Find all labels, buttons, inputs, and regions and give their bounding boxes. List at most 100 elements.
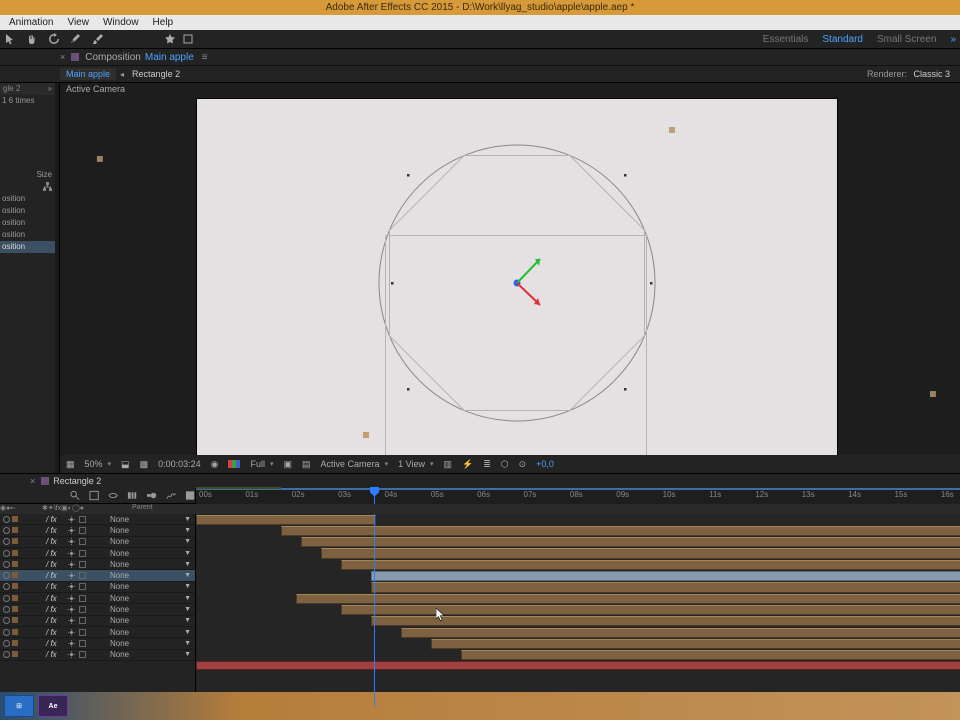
menu-help[interactable]: Help	[146, 17, 181, 28]
layer-bar[interactable]	[401, 628, 960, 638]
rect-icon[interactable]	[182, 33, 194, 45]
crumb-back-icon[interactable]: ◂	[120, 70, 124, 79]
dropdown-icon[interactable]: ▼	[184, 583, 195, 590]
visibility-toggle[interactable]	[3, 617, 10, 624]
pen-tool-icon[interactable]	[70, 33, 82, 45]
collapse-icon[interactable]	[68, 640, 75, 647]
parent-dropdown[interactable]: None	[108, 582, 158, 591]
transparency-icon[interactable]: ▩	[140, 459, 149, 470]
layer-row[interactable]: / fx None ▼	[0, 548, 195, 559]
menu-window[interactable]: Window	[96, 17, 146, 28]
res-down-icon[interactable]: ⬓	[121, 459, 130, 470]
label-color[interactable]	[12, 527, 18, 533]
layer-bar[interactable]	[301, 537, 960, 547]
workspace-standard[interactable]: Standard	[822, 34, 863, 45]
dropdown-icon[interactable]: ▼	[184, 561, 195, 568]
switch-box[interactable]	[79, 629, 86, 636]
parent-dropdown[interactable]: None	[108, 571, 158, 580]
fx-badge[interactable]: / fx	[40, 605, 68, 614]
layer-row[interactable]: / fx None ▼	[0, 616, 195, 627]
snapshot-icon[interactable]: ◉	[211, 459, 219, 470]
search-icon[interactable]	[70, 490, 80, 501]
fx-badge[interactable]: / fx	[40, 515, 68, 524]
layer-bar[interactable]	[196, 661, 960, 670]
collapse-icon[interactable]	[68, 527, 75, 534]
switch-box[interactable]	[79, 606, 86, 613]
comp-mini-icon[interactable]	[89, 490, 99, 501]
layer-row[interactable]: / fx None ▼	[0, 638, 195, 649]
resolution-dropdown[interactable]: Full	[250, 459, 273, 469]
project-item[interactable]: osition	[0, 241, 55, 253]
visibility-toggle[interactable]	[3, 606, 10, 613]
dropdown-icon[interactable]: ▼	[184, 572, 195, 579]
reset-exp-icon[interactable]: ⊙	[519, 459, 527, 470]
brush-tool-icon[interactable]	[92, 33, 104, 45]
visibility-toggle[interactable]	[3, 595, 10, 602]
timeline-icon[interactable]: ≣	[483, 459, 491, 470]
layer-row[interactable]: / fx None ▼	[0, 537, 195, 548]
views-dropdown[interactable]: 1 View	[398, 459, 433, 469]
fx-badge[interactable]: / fx	[40, 549, 68, 558]
hand-tool-icon[interactable]	[26, 33, 38, 45]
dropdown-icon[interactable]: ▼	[184, 606, 195, 613]
parent-dropdown[interactable]: None	[108, 515, 158, 524]
parent-dropdown[interactable]: None	[108, 560, 158, 569]
layer-bar[interactable]	[371, 582, 960, 592]
composition-name[interactable]: Main apple	[145, 52, 194, 63]
label-color[interactable]	[12, 651, 18, 657]
label-color[interactable]	[12, 572, 18, 578]
layer-row[interactable]: / fx None ▼	[0, 604, 195, 615]
fx-badge[interactable]: / fx	[40, 560, 68, 569]
panel-close-icon[interactable]: ×	[60, 52, 65, 62]
workspace-smallscreen[interactable]: Small Screen	[877, 34, 936, 45]
crumb-main[interactable]: Main apple	[60, 68, 116, 80]
layer-row[interactable]: / fx None ▼	[0, 525, 195, 536]
dropdown-icon[interactable]: ▼	[184, 550, 195, 557]
camera-dropdown[interactable]: Active Camera	[321, 459, 389, 469]
collapse-icon[interactable]	[68, 606, 75, 613]
dope-icon[interactable]	[185, 490, 195, 501]
label-color[interactable]	[12, 561, 18, 567]
parent-dropdown[interactable]: None	[108, 628, 158, 637]
fx-badge[interactable]: / fx	[40, 639, 68, 648]
parent-dropdown[interactable]: None	[108, 605, 158, 614]
dropdown-icon[interactable]: ▼	[184, 527, 195, 534]
collapse-icon[interactable]	[68, 538, 75, 545]
current-time[interactable]: 0:00:03:24	[158, 459, 201, 469]
switch-box[interactable]	[79, 572, 86, 579]
fx-badge[interactable]: / fx	[40, 650, 68, 659]
flow-icon[interactable]	[43, 182, 52, 191]
switch-box[interactable]	[79, 561, 86, 568]
switch-box[interactable]	[79, 538, 86, 545]
shy-icon[interactable]	[108, 490, 118, 501]
fx-badge[interactable]: / fx	[40, 582, 68, 591]
label-color[interactable]	[12, 583, 18, 589]
visibility-toggle[interactable]	[3, 561, 10, 568]
renderer-value[interactable]: Classic 3	[913, 69, 950, 79]
layer-bar[interactable]	[281, 526, 960, 536]
zoom-dropdown[interactable]: 50%	[85, 459, 112, 469]
collapse-icon[interactable]	[68, 617, 75, 624]
layer-bar[interactable]	[196, 515, 376, 525]
visibility-toggle[interactable]	[3, 527, 10, 534]
parent-dropdown[interactable]: None	[108, 616, 158, 625]
layer-bar[interactable]	[371, 571, 960, 581]
layer-row[interactable]: / fx None ▼	[0, 559, 195, 570]
taskbar-app-1[interactable]: ⊞	[4, 695, 34, 717]
visibility-toggle[interactable]	[3, 629, 10, 636]
collapse-icon[interactable]	[68, 561, 75, 568]
workspace-more-icon[interactable]: »	[950, 34, 956, 45]
collapse-icon[interactable]	[68, 572, 75, 579]
layer-bar[interactable]	[321, 548, 960, 558]
switch-box[interactable]	[79, 640, 86, 647]
label-color[interactable]	[12, 617, 18, 623]
menu-animation[interactable]: Animation	[2, 17, 60, 28]
dropdown-icon[interactable]: ▼	[184, 617, 195, 624]
exposure-value[interactable]: +0,0	[536, 459, 554, 469]
menu-view[interactable]: View	[60, 17, 96, 28]
work-area[interactable]	[196, 487, 281, 489]
dropdown-icon[interactable]: ▼	[184, 538, 195, 545]
current-time-indicator[interactable]	[374, 488, 375, 504]
dropdown-icon[interactable]: ▼	[184, 651, 195, 658]
project-item[interactable]: osition	[0, 205, 55, 217]
